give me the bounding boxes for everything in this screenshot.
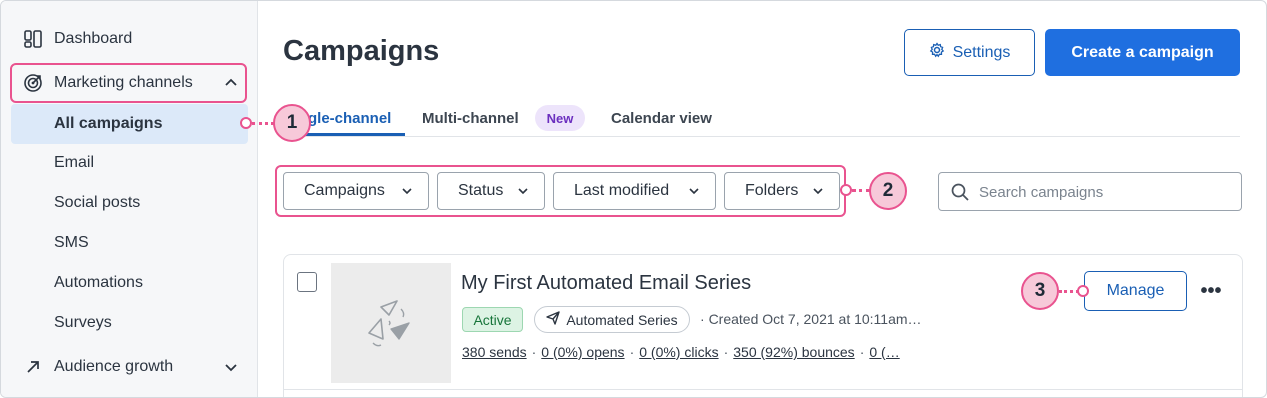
stat-separator: · xyxy=(859,344,865,360)
stat-separator: · xyxy=(629,344,635,360)
tab-calendar-view[interactable]: Calendar view xyxy=(611,110,712,127)
filter-label: Last modified xyxy=(574,182,670,199)
campaign-thumbnail xyxy=(331,263,451,383)
more-options-icon[interactable]: ••• xyxy=(1199,279,1223,303)
sidebar-item-label: Dashboard xyxy=(54,30,133,47)
filter-label: Folders xyxy=(745,182,799,199)
search-box[interactable] xyxy=(938,172,1242,211)
filter-label: Campaigns xyxy=(304,182,385,199)
sidebar-item-label: Automations xyxy=(54,274,143,291)
arrow-up-right-icon xyxy=(23,357,43,377)
callout-3: 3 xyxy=(1021,272,1059,310)
created-date-text: Created Oct 7, 2021 at 10:11am… xyxy=(708,311,922,327)
sidebar-item-label: Surveys xyxy=(54,314,112,331)
callout-1: 1 xyxy=(273,104,311,142)
filter-folders[interactable]: Folders xyxy=(724,172,840,210)
tabs-divider xyxy=(283,136,1240,137)
chevron-up-icon xyxy=(223,75,239,91)
filter-last-modified[interactable]: Last modified xyxy=(553,172,716,210)
send-icon xyxy=(546,311,561,328)
sidebar-item-audience-growth[interactable]: Audience growth xyxy=(1,347,258,387)
chevron-down-icon xyxy=(811,184,825,198)
filter-label: Status xyxy=(458,182,504,199)
created-date: · Created Oct 7, 2021 at 10:11am… xyxy=(700,311,922,327)
sidebar-item-label: Audience growth xyxy=(54,358,174,375)
sidebar-item-all-campaigns[interactable]: All campaigns xyxy=(11,104,248,144)
bounces-link[interactable]: 350 (92%) bounces xyxy=(733,344,854,360)
sidebar: Dashboard Marketing channels All campaig… xyxy=(1,1,258,397)
sidebar-item-marketing-channels[interactable]: Marketing channels xyxy=(1,63,258,103)
filter-campaigns[interactable]: Campaigns xyxy=(283,172,429,210)
callout-2-line xyxy=(852,189,870,192)
callout-2: 2 xyxy=(869,172,907,210)
sidebar-item-label: SMS xyxy=(54,234,89,251)
clicks-link[interactable]: 0 (0%) clicks xyxy=(639,344,718,360)
opens-link[interactable]: 0 (0%) opens xyxy=(541,344,624,360)
sidebar-item-social-posts[interactable]: Social posts xyxy=(1,183,258,223)
callout-3-line xyxy=(1059,290,1079,293)
stat-separator: · xyxy=(723,344,729,360)
campaign-type-label: Automated Series xyxy=(566,311,678,328)
campaign-title[interactable]: My First Automated Email Series xyxy=(461,272,751,295)
callout-1-line xyxy=(252,122,274,125)
sidebar-item-automations[interactable]: Automations xyxy=(1,263,258,303)
new-badge: New xyxy=(535,105,585,131)
sidebar-item-dashboard[interactable]: Dashboard xyxy=(1,19,258,59)
sidebar-item-label: Social posts xyxy=(54,194,141,211)
filter-status[interactable]: Status xyxy=(437,172,545,210)
chevron-down-icon xyxy=(516,184,530,198)
callout-1-pointer xyxy=(240,117,252,129)
app-window: Dashboard Marketing channels All campaig… xyxy=(0,0,1267,398)
sidebar-item-email[interactable]: Email xyxy=(1,143,258,183)
settings-label: Settings xyxy=(952,43,1011,61)
create-campaign-button[interactable]: Create a campaign xyxy=(1045,29,1240,76)
more-stats-link[interactable]: 0 (… xyxy=(869,344,899,360)
campaign-checkbox[interactable] xyxy=(297,272,317,292)
chevron-down-icon xyxy=(223,359,239,375)
chevron-down-icon xyxy=(687,184,701,198)
settings-button[interactable]: Settings xyxy=(904,29,1035,76)
campaign-stats: 380 sends · 0 (0%) opens · 0 (0%) clicks · 350… xyxy=(462,344,900,360)
chevron-down-icon xyxy=(400,184,414,198)
paper-planes-icon xyxy=(368,300,410,347)
sidebar-item-label: All campaigns xyxy=(54,115,163,132)
sends-link[interactable]: 380 sends xyxy=(462,344,527,360)
callout-2-pointer xyxy=(840,184,852,196)
campaign-type-badge: Automated Series xyxy=(534,306,690,333)
stat-separator: · xyxy=(531,344,537,360)
page-title: Campaigns xyxy=(283,35,440,67)
sidebar-item-label: Email xyxy=(54,154,95,171)
sidebar-item-surveys[interactable]: Surveys xyxy=(1,303,258,343)
search-input[interactable] xyxy=(979,181,1229,203)
manage-button[interactable]: Manage xyxy=(1084,271,1187,311)
tab-single-channel[interactable]: gle-channel xyxy=(308,110,391,127)
sidebar-item-label: Marketing channels xyxy=(54,74,193,91)
callout-3-pointer xyxy=(1077,285,1089,297)
gear-icon xyxy=(929,42,945,63)
search-icon xyxy=(950,182,970,202)
tab-multi-channel[interactable]: Multi-channel xyxy=(422,110,519,127)
sidebar-item-sms[interactable]: SMS xyxy=(1,223,258,263)
status-badge: Active xyxy=(462,307,523,332)
dashboard-icon xyxy=(23,29,43,49)
card-divider xyxy=(283,389,1243,390)
target-icon xyxy=(23,73,43,93)
